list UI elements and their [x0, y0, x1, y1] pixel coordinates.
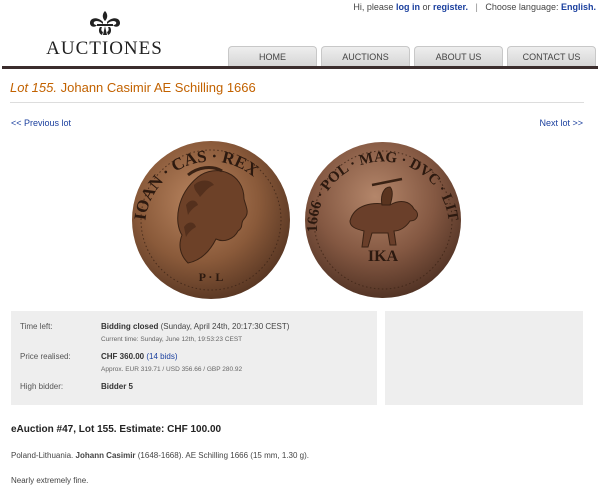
next-lot-link[interactable]: Next lot >>	[539, 118, 583, 128]
price-realised: CHF 360.00 (14 bids)	[101, 352, 178, 361]
register-link[interactable]: register.	[433, 2, 468, 12]
title-divider	[10, 102, 584, 103]
nav-tab-home[interactable]: HOME	[228, 46, 317, 66]
bidding-status: Bidding closed (Sunday, April 24th, 20:1…	[101, 322, 289, 331]
high-bidder-value: Bidder 5	[101, 382, 134, 391]
obverse-legend-lower: P · L	[199, 270, 224, 284]
nav-tab-about-us[interactable]: ABOUT US	[414, 46, 503, 66]
account-bar: Hi, please log in or register. | Choose …	[353, 2, 596, 12]
separator: |	[475, 2, 478, 12]
origin-text: Poland-Lithuania.	[11, 451, 74, 460]
coin-reverse: IKA 1666 · POL · MAG · DVC · LIT	[305, 142, 461, 298]
coin-image[interactable]: IOAN · CAS · REX P · L IKA 1666 · POL · …	[128, 135, 466, 303]
lot-title-text: Johann Casimir AE Schilling 1666	[60, 80, 256, 95]
site-logo[interactable]: AUCTIONES	[42, 10, 167, 60]
login-link[interactable]: log in	[396, 2, 420, 12]
greeting-text: Hi, please	[353, 2, 394, 12]
price-realised-label: Price realised:	[20, 352, 71, 361]
grade-text: Nearly extremely fine.	[11, 476, 89, 485]
logo-text: AUCTIONES	[46, 38, 163, 59]
time-left-label: Time left:	[20, 322, 53, 331]
ruler-name: Johann Casimir	[75, 451, 136, 460]
reverse-monogram: IKA	[368, 248, 399, 265]
previous-lot-link[interactable]: << Previous lot	[11, 118, 71, 128]
high-bidder: Bidder 5	[101, 382, 133, 391]
high-bidder-label: High bidder:	[20, 382, 64, 391]
approx-conversion: Approx. EUR 319.71 / USD 356.66 / GBP 28…	[101, 366, 243, 373]
nav-tab-contact-us[interactable]: CONTACT US	[507, 46, 596, 66]
current-time: Current time: Sunday, June 12th, 19:53:2…	[101, 336, 243, 343]
logo-emblem-icon	[89, 11, 120, 35]
coin-details: (1648-1668). AE Schilling 1666 (15 mm, 1…	[137, 451, 309, 460]
bidding-closed-text: Bidding closed	[101, 322, 159, 331]
price-value: CHF 360.00	[101, 352, 145, 361]
coin-obverse: IOAN · CAS · REX P · L	[130, 141, 290, 299]
lot-number: Lot 155.	[10, 80, 57, 95]
or-text: or	[422, 2, 431, 12]
bidding-info-panel: Time left: Bidding closed (Sunday, April…	[11, 311, 377, 405]
language-link[interactable]: English.	[561, 2, 596, 12]
bids-count-link[interactable]: (14 bids)	[146, 352, 177, 361]
side-info-panel	[385, 311, 583, 405]
nav-tab-auctions[interactable]: AUCTIONS	[321, 46, 410, 66]
lot-description: Poland-Lithuania. Johann Casimir (1648-1…	[11, 451, 309, 460]
main-nav: HOME AUCTIONS ABOUT US CONTACT US	[228, 46, 596, 66]
closed-date: (Sunday, April 24th, 20:17:30 CEST)	[160, 322, 290, 331]
choose-language-label: Choose language:	[485, 2, 559, 12]
page-title: Lot 155. Johann Casimir AE Schilling 166…	[10, 80, 256, 95]
auction-heading: eAuction #47, Lot 155. Estimate: CHF 100…	[11, 424, 222, 435]
nav-divider	[2, 66, 598, 69]
